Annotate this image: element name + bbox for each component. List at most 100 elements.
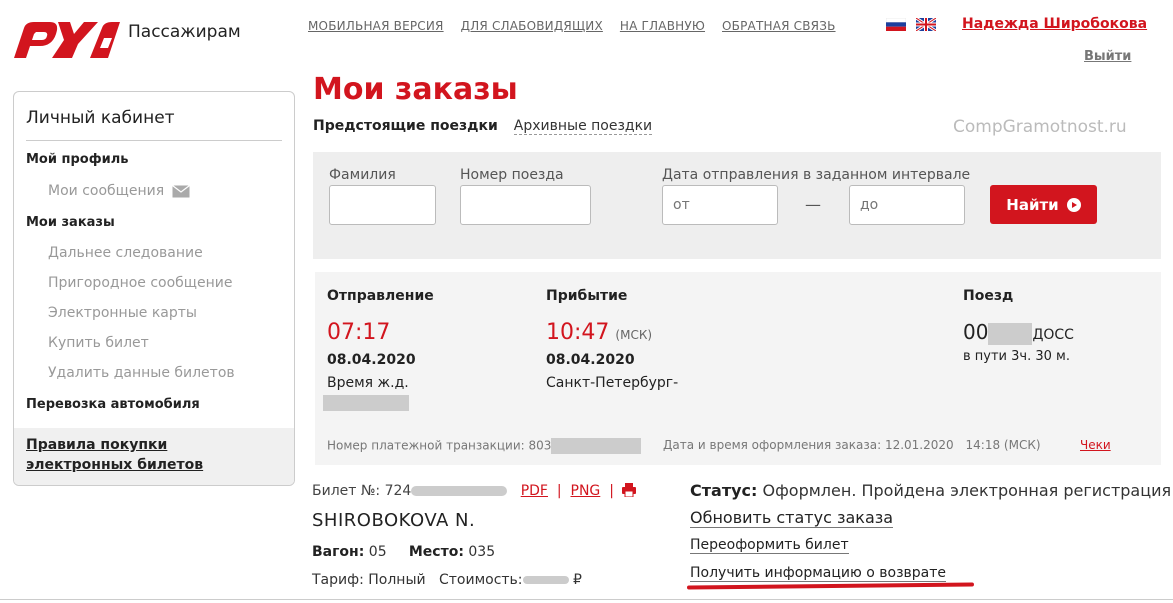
page-title: Мои заказы [313, 72, 518, 107]
redacted-block [551, 438, 642, 454]
link-separator: | [556, 483, 562, 499]
sidebar-item-purchase-rules[interactable]: Правила покупки электронных билетов [26, 435, 276, 475]
train-number: 00 ДОСС [963, 320, 1074, 345]
departure-station-name: Время ж.д. [327, 375, 409, 391]
train-suffix: ДОСС [1032, 327, 1074, 343]
sidebar-item-long-distance[interactable]: Дальнее следование [48, 245, 203, 261]
arrival-timezone: (МСК) [615, 328, 653, 342]
train-number-label: Номер поезда [460, 167, 564, 183]
arrival-time-block: 10:47 (МСК) [546, 320, 652, 345]
link-separator: | [609, 483, 614, 499]
redacted-block [323, 395, 409, 411]
user-name-link[interactable]: Надежда Широбокова [962, 16, 1147, 32]
redacted-block [522, 576, 569, 584]
sidebar-item-delete-data[interactable]: Удалить данные билетов [48, 365, 235, 381]
date-range-dash: — [805, 195, 821, 214]
language-switcher [886, 18, 936, 31]
bottom-divider [0, 599, 1173, 600]
refund-info-link[interactable]: Получить информацию о возврате [690, 565, 946, 582]
train-number-input[interactable] [460, 185, 591, 225]
sidebar-rules-block: Правила покупки электронных билетов [14, 428, 294, 485]
departure-date: 08.04.2020 [327, 352, 416, 368]
date-range-label: Дата отправления в заданном интервале [662, 167, 971, 183]
uk-flag-icon[interactable] [916, 18, 936, 31]
arrival-time: 10:47 [546, 320, 610, 345]
nav-mobile-version[interactable]: МОБИЛЬНАЯ ВЕРСИЯ [308, 19, 444, 33]
ticket-number-label: Билет №: [312, 483, 381, 499]
ticket-number-row: Билет №: 724 PDF | PNG | [312, 483, 614, 499]
status-label: Статус: [690, 481, 758, 500]
departure-label: Отправление [327, 288, 434, 304]
reissue-ticket-link[interactable]: Переоформить билет [690, 537, 849, 554]
order-time: 14:18 [965, 438, 1001, 452]
departure-station: Время ж.д. [323, 375, 409, 411]
envelope-icon [172, 184, 191, 197]
trip-duration: в пути 3ч. 30 м. [963, 349, 1070, 364]
car-number: 05 [368, 544, 387, 560]
ticket-pdf-link[interactable]: PDF [521, 483, 548, 499]
sidebar-item-profile[interactable]: Мой профиль [26, 152, 128, 167]
print-icon[interactable] [622, 483, 636, 497]
fare-value: Полный [368, 572, 426, 588]
cost-label: Стоимость: [438, 572, 523, 588]
sidebar-item-messages-label: Мои сообщения [48, 183, 165, 199]
rzd-logo-icon [14, 22, 120, 58]
nav-home[interactable]: НА ГЛАВНУЮ [620, 19, 705, 33]
redacted-block [988, 322, 1033, 345]
sidebar-divider [26, 140, 282, 141]
date-to-input[interactable] [849, 185, 965, 225]
order-timezone: (МСК) [1003, 438, 1041, 452]
order-date: 12.01.2020 [884, 438, 954, 452]
find-button-label: Найти [1006, 195, 1059, 214]
seat-label: Место: [408, 544, 464, 560]
account-sidebar: Личный кабинет Мой профиль Мои сообщения… [13, 91, 295, 486]
ticket-png-link[interactable]: PNG [571, 483, 601, 499]
fare-label: Тариф: [312, 572, 364, 588]
sidebar-item-e-cards[interactable]: Электронные карты [48, 305, 197, 321]
sidebar-item-messages[interactable]: Мои сообщения [48, 183, 191, 199]
arrow-right-icon [1066, 197, 1081, 212]
car-seat-row: Вагон: 05 Место: 035 [312, 544, 495, 560]
logout-link[interactable]: Выйти [1084, 49, 1131, 64]
tab-archived-trips[interactable]: Архивные поездки [513, 118, 653, 135]
order-datetime: Дата и время оформления заказа: 12.01.20… [663, 438, 1041, 452]
surname-input[interactable] [329, 185, 436, 225]
highlight-underline [686, 582, 975, 590]
transaction-prefix: 803 [528, 438, 552, 453]
brand-label: Пассажирам [128, 22, 241, 42]
sidebar-title: Личный кабинет [26, 108, 175, 128]
search-filter-panel: Фамилия Номер поезда Дата отправления в … [313, 152, 1161, 259]
train-label: Поезд [963, 288, 1014, 304]
sidebar-item-car-transport[interactable]: Перевозка автомобиля [26, 397, 200, 412]
order-datetime-label: Дата и время оформления заказа: [663, 438, 882, 452]
rzd-logo[interactable]: Пассажирам [12, 18, 241, 62]
date-from-input[interactable] [662, 185, 778, 225]
arrival-label: Прибытие [546, 288, 628, 304]
arrival-station: Санкт-Петербург- [546, 375, 679, 391]
redacted-block [411, 486, 508, 496]
order-status: Статус: Оформлен. Пройдена электронная р… [690, 481, 1171, 500]
status-value: Оформлен. Пройдена электронная регистрац… [762, 481, 1172, 500]
watermark-text: CompGramotnost.ru [953, 117, 1127, 137]
ticket-number-prefix: 724 [384, 483, 412, 499]
seat-number: 035 [468, 544, 496, 560]
russian-flag-icon[interactable] [886, 18, 906, 31]
currency-symbol: ₽ [572, 572, 582, 588]
car-label: Вагон: [312, 544, 365, 560]
sidebar-item-suburban[interactable]: Пригородное сообщение [48, 275, 232, 291]
sidebar-item-buy-ticket[interactable]: Купить билет [48, 335, 149, 351]
refresh-status-link[interactable]: Обновить статус заказа [690, 508, 894, 528]
nav-feedback[interactable]: ОБРАТНАЯ СВЯЗЬ [722, 19, 836, 33]
find-button[interactable]: Найти [990, 185, 1097, 224]
departure-time: 07:17 [327, 320, 391, 345]
tab-upcoming-trips[interactable]: Предстоящие поездки [313, 118, 498, 135]
receipts-link[interactable]: Чеки [1080, 438, 1111, 452]
passenger-name: SHIROBOKOVA N. [312, 510, 476, 531]
trip-card: Отправление Прибытие Поезд 07:17 10:47 (М… [315, 272, 1161, 465]
nav-accessibility[interactable]: ДЛЯ СЛАБОВИДЯЩИХ [461, 19, 603, 33]
sidebar-item-orders[interactable]: Мои заказы [26, 215, 115, 230]
transaction-number: Номер платежной транзакции: 803 [327, 438, 642, 454]
arrival-date: 08.04.2020 [546, 352, 635, 368]
surname-label: Фамилия [329, 167, 396, 183]
transaction-label: Номер платежной транзакции: [327, 438, 525, 453]
